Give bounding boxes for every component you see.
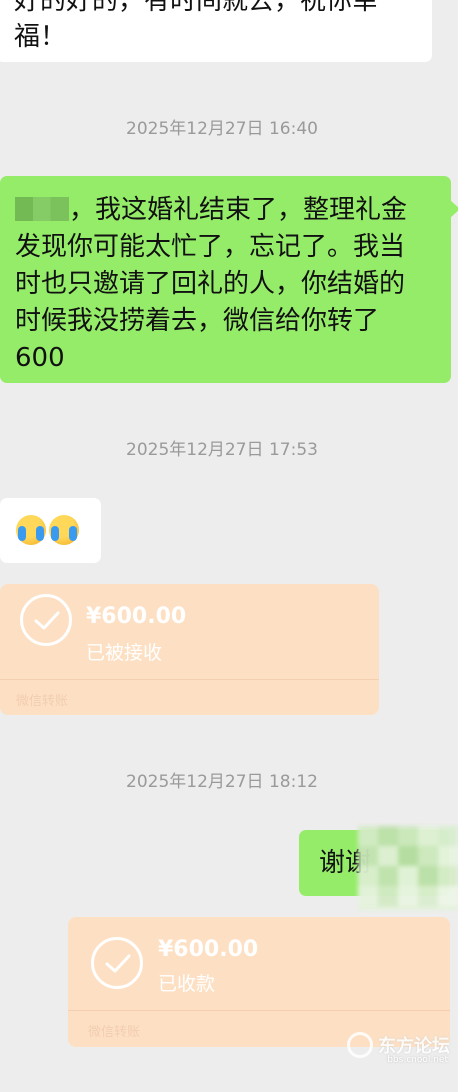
timestamp: 2025年12月27日 16:40 xyxy=(126,119,318,139)
transfer-divider xyxy=(0,679,379,680)
redacted-name-mosaic xyxy=(15,197,69,221)
check-circle-icon xyxy=(91,937,143,989)
message-text-fragment: ，我这婚礼结束了，整理礼金 xyxy=(69,195,408,225)
message-text-line: 福！ xyxy=(14,22,67,52)
message-text-line: 时也只邀请了回礼的人，你结婚的 xyxy=(15,269,406,299)
timestamp: 2025年12月27日 18:12 xyxy=(126,772,318,792)
crying-face-icon xyxy=(16,515,46,545)
check-circle-icon xyxy=(20,594,72,646)
message-text-line: ，我这婚礼结束了，整理礼金 xyxy=(15,192,443,229)
transfer-footer: 微信转账 xyxy=(88,1025,141,1040)
forum-logo-icon xyxy=(347,1032,373,1058)
outgoing-message[interactable]: ，我这婚礼结束了，整理礼金 发现你可能太忙了，忘记了。我当 时也只邀请了回礼的人… xyxy=(0,176,458,383)
message-text-line: 时候我没捞着去，微信给你转了 xyxy=(15,306,380,336)
message-text-line: 600 xyxy=(15,343,65,373)
message-text-line: 发现你可能太忙了，忘记了。我当 xyxy=(15,232,406,262)
message-text-line: 好的好的，有时间就去，祝你幸 xyxy=(14,0,379,16)
transfer-card[interactable]: ¥600.00 已被接收 微信转账 xyxy=(0,584,379,715)
transfer-card[interactable]: ¥600.00 已收款 微信转账 xyxy=(68,917,450,1047)
watermark-url: bbs.cnool.net xyxy=(387,1055,448,1065)
transfer-footer: 微信转账 xyxy=(16,694,69,709)
timestamp: 2025年12月27日 17:53 xyxy=(126,440,318,460)
transfer-amount: ¥600.00 xyxy=(86,604,187,629)
pixelated-blur-overlay xyxy=(358,826,458,910)
transfer-status: 已收款 xyxy=(158,973,216,995)
incoming-emoji-message[interactable] xyxy=(0,498,101,563)
crying-face-icon xyxy=(49,515,79,545)
transfer-divider xyxy=(68,1010,450,1011)
transfer-status: 已被接收 xyxy=(86,642,163,664)
incoming-message-previous[interactable]: 好的好的，有时间就去，祝你幸 福！ xyxy=(0,0,432,62)
transfer-amount: ¥600.00 xyxy=(158,937,259,962)
